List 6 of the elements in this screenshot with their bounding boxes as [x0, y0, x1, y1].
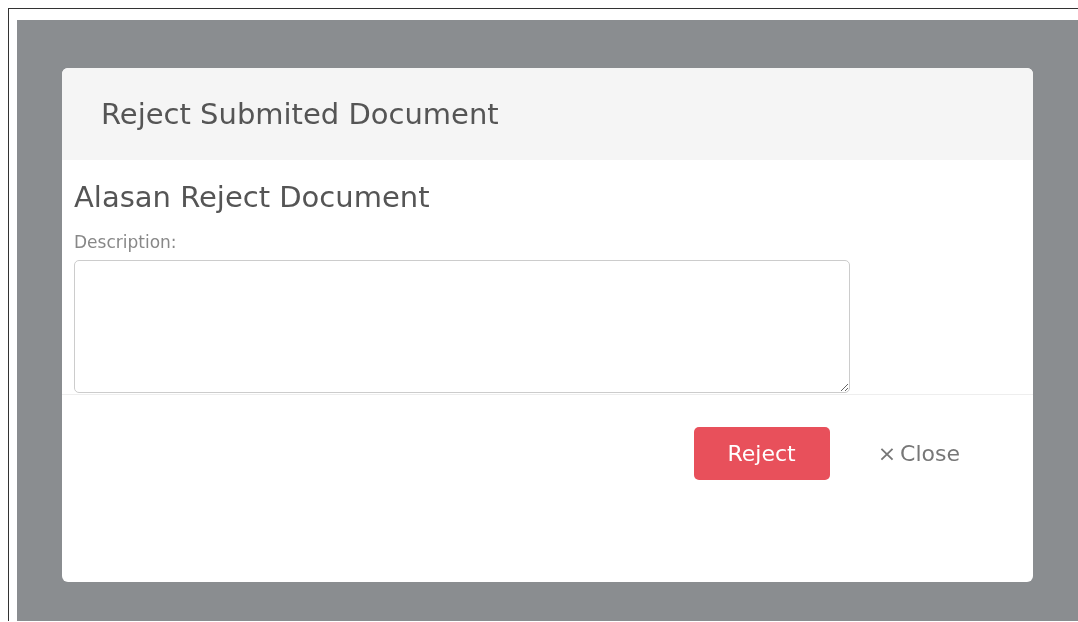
description-field[interactable] — [74, 260, 850, 393]
section-heading: Alasan Reject Document — [74, 180, 431, 214]
reject-button[interactable]: Reject — [693, 427, 830, 480]
field-label: Description: — [74, 232, 178, 252]
close-button[interactable]: × Close — [877, 441, 960, 466]
modal-title: Reject Submited Document — [101, 97, 499, 131]
